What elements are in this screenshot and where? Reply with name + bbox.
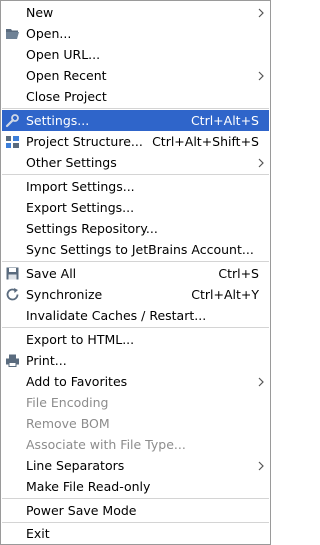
menu-item-project-structure-shortcut: Ctrl+Alt+Shift+S <box>152 134 259 149</box>
menu-item-make-read-only-label: Make File Read-only <box>26 479 151 494</box>
menu-item-add-favorites-label: Add to Favorites <box>26 374 128 389</box>
menu-separator <box>2 327 269 328</box>
menu-item-line-separators-label: Line Separators <box>26 458 125 473</box>
file-menu: New Open... Open URL... Open Recent Clos… <box>0 0 271 545</box>
menu-item-close-project-label: Close Project <box>26 89 107 104</box>
folder-open-icon <box>6 29 19 39</box>
menu-item-export-settings[interactable]: Export Settings... <box>2 197 269 218</box>
menu-item-file-encoding-label: File Encoding <box>26 395 109 410</box>
menu-item-associate-file-type: Associate with File Type... <box>2 434 269 455</box>
wrench-icon <box>5 114 19 128</box>
submenu-arrow-icon <box>258 158 264 168</box>
menu-separator <box>2 498 269 499</box>
menu-item-sync-settings[interactable]: Sync Settings to JetBrains Account... <box>2 239 269 260</box>
menu-item-open-label: Open... <box>26 26 72 41</box>
menu-item-power-save-mode[interactable]: Power Save Mode <box>2 500 269 521</box>
refresh-icon <box>6 288 19 301</box>
menu-item-new[interactable]: New <box>2 2 269 23</box>
menu-item-open-recent-label: Open Recent <box>26 68 107 83</box>
menu-item-remove-bom: Remove BOM <box>2 413 269 434</box>
menu-item-close-project[interactable]: Close Project <box>2 86 269 107</box>
menu-item-synchronize-label: Synchronize <box>26 287 103 302</box>
printer-icon <box>6 354 19 367</box>
menu-item-project-structure[interactable]: Project Structure... Ctrl+Alt+Shift+S <box>2 131 269 152</box>
menu-item-invalidate-caches-label: Invalidate Caches / Restart... <box>26 308 207 323</box>
menu-item-exit-label: Exit <box>26 526 50 541</box>
menu-item-make-read-only[interactable]: Make File Read-only <box>2 476 269 497</box>
menu-item-settings-repository[interactable]: Settings Repository... <box>2 218 269 239</box>
submenu-arrow-icon <box>258 461 264 471</box>
menu-item-settings-label: Settings... <box>26 113 90 128</box>
menu-item-settings[interactable]: Settings... Ctrl+Alt+S <box>2 110 269 131</box>
menu-item-open[interactable]: Open... <box>2 23 269 44</box>
submenu-arrow-icon <box>258 71 264 81</box>
menu-item-open-url[interactable]: Open URL... <box>2 44 269 65</box>
submenu-arrow-icon <box>258 8 264 18</box>
menu-item-synchronize-shortcut: Ctrl+Alt+Y <box>191 287 259 302</box>
menu-item-import-settings-label: Import Settings... <box>26 179 135 194</box>
menu-item-settings-repository-label: Settings Repository... <box>26 221 158 236</box>
menu-item-save-all-shortcut: Ctrl+S <box>218 266 259 281</box>
menu-item-print-label: Print... <box>26 353 67 368</box>
menu-item-open-recent[interactable]: Open Recent <box>2 65 269 86</box>
menu-item-import-settings[interactable]: Import Settings... <box>2 176 269 197</box>
menu-item-new-label: New <box>26 5 54 20</box>
menu-item-associate-file-type-label: Associate with File Type... <box>26 437 186 452</box>
menu-item-export-settings-label: Export Settings... <box>26 200 135 215</box>
menu-item-print[interactable]: Print... <box>2 350 269 371</box>
menu-item-exit[interactable]: Exit <box>2 523 269 544</box>
menu-item-save-all[interactable]: Save All Ctrl+S <box>2 263 269 284</box>
menu-item-add-favorites[interactable]: Add to Favorites <box>2 371 269 392</box>
menu-item-project-structure-label: Project Structure... <box>26 134 143 149</box>
menu-item-power-save-mode-label: Power Save Mode <box>26 503 137 518</box>
menu-separator <box>2 261 269 262</box>
menu-item-settings-shortcut: Ctrl+Alt+S <box>190 113 259 128</box>
menu-separator <box>2 108 269 109</box>
menu-item-export-html[interactable]: Export to HTML... <box>2 329 269 350</box>
menu-item-file-encoding: File Encoding <box>2 392 269 413</box>
menu-item-other-settings[interactable]: Other Settings <box>2 152 269 173</box>
menu-item-save-all-label: Save All <box>26 266 77 281</box>
submenu-arrow-icon <box>258 377 264 387</box>
menu-item-line-separators[interactable]: Line Separators <box>2 455 269 476</box>
menu-item-open-url-label: Open URL... <box>26 47 101 62</box>
menu-item-invalidate-caches[interactable]: Invalidate Caches / Restart... <box>2 305 269 326</box>
menu-separator <box>2 174 269 175</box>
menu-item-sync-settings-label: Sync Settings to JetBrains Account... <box>26 242 254 257</box>
menu-item-export-html-label: Export to HTML... <box>26 332 135 347</box>
menu-item-remove-bom-label: Remove BOM <box>26 416 110 431</box>
save-icon <box>6 267 19 280</box>
project-structure-icon <box>6 136 19 148</box>
menu-item-other-settings-label: Other Settings <box>26 155 117 170</box>
menu-item-synchronize[interactable]: Synchronize Ctrl+Alt+Y <box>2 284 269 305</box>
